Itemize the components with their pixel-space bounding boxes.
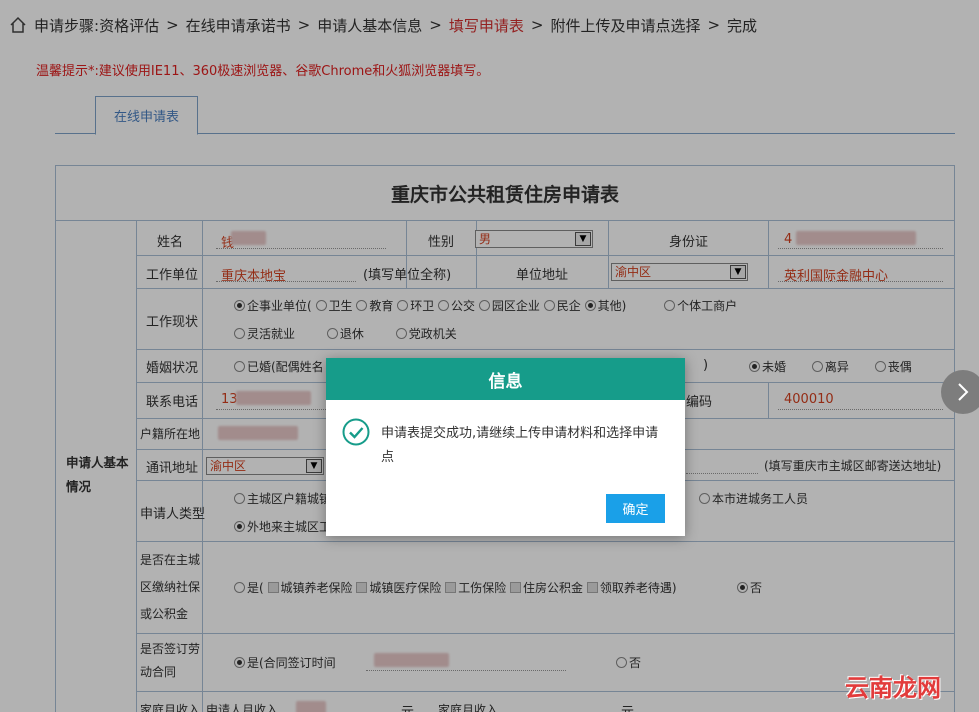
next-arrow-button[interactable] [941,370,979,414]
confirm-button[interactable]: 确定 [606,494,665,523]
chevron-right-icon [958,383,969,401]
modal-overlay [0,0,979,712]
watermark: 云南龙网 [845,673,941,702]
info-dialog: 信息 申请表提交成功,请继续上传申请材料和选择申请点 确定 [326,358,685,536]
dialog-message: 申请表提交成功,请继续上传申请材料和选择申请点 [381,426,659,465]
check-circle-icon [342,418,370,446]
dialog-title: 信息 [326,358,685,400]
